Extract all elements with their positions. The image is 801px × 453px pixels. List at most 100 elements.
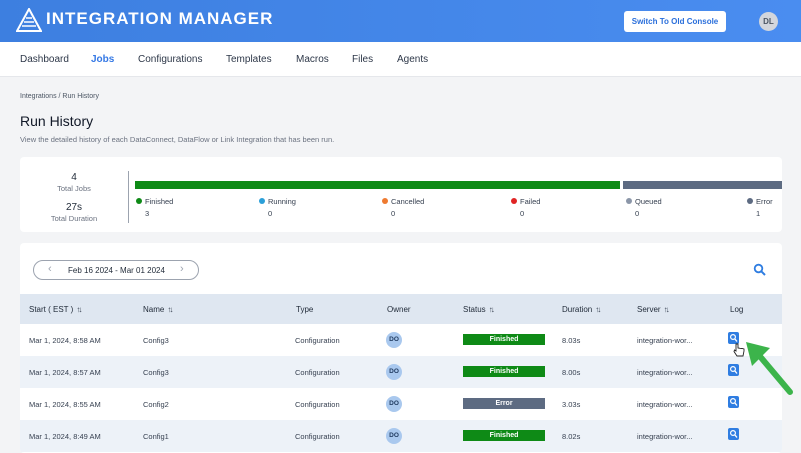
cell-duration: 8.03s [562, 336, 581, 345]
status-bar-finished[interactable] [135, 181, 620, 189]
legend-error: Error 1 [747, 197, 773, 218]
col-start[interactable]: Start ( EST ) ↑↓ [29, 305, 82, 314]
status-badge: Finished [463, 366, 545, 377]
legend-running: Running 0 [259, 197, 296, 218]
cell-type: Configuration [295, 368, 340, 377]
nav-files[interactable]: Files [352, 54, 373, 65]
view-log-button[interactable] [728, 428, 739, 440]
cell-server: integration-wor... [637, 336, 693, 345]
cell-name: Config1 [143, 432, 169, 441]
cell-duration: 3.03s [562, 400, 581, 409]
total-duration-value: 27s [65, 202, 83, 213]
table-row[interactable]: Mar 1, 2024, 8:49 AM Config1 Configurati… [20, 420, 782, 452]
cell-start: Mar 1, 2024, 8:57 AM [29, 368, 101, 377]
failed-count: 0 [520, 209, 525, 218]
search-icon[interactable] [753, 263, 767, 277]
cell-name: Config3 [143, 336, 169, 345]
cancelled-dot-icon [382, 198, 388, 204]
log-search-icon [729, 333, 738, 342]
breadcrumb[interactable]: Integrations / Run History [20, 93, 99, 100]
log-search-icon [729, 397, 738, 406]
col-name[interactable]: Name ↑↓ [143, 305, 173, 314]
owner-avatar[interactable]: DO [386, 332, 402, 348]
total-duration-label: Total Duration [50, 214, 98, 223]
status-badge: Finished [463, 430, 545, 441]
table-row[interactable]: Mar 1, 2024, 8:57 AM Config3 Configurati… [20, 356, 782, 388]
nav-agents[interactable]: Agents [397, 54, 428, 65]
table-row[interactable]: Mar 1, 2024, 8:55 AM Config2 Configurati… [20, 388, 782, 420]
cell-server: integration-wor... [637, 432, 693, 441]
date-range-picker[interactable]: ‹ Feb 16 2024 - Mar 01 2024 › [33, 260, 199, 280]
cell-name: Config2 [143, 400, 169, 409]
legend-finished: Finished 3 [136, 197, 173, 218]
cell-type: Configuration [295, 336, 340, 345]
cell-start: Mar 1, 2024, 8:49 AM [29, 432, 101, 441]
cell-type: Configuration [295, 432, 340, 441]
owner-avatar[interactable]: DO [386, 396, 402, 412]
queued-count: 0 [635, 209, 640, 218]
log-search-icon [729, 365, 738, 374]
sort-icon[interactable]: ↑↓ [167, 305, 173, 314]
run-history-panel: ‹ Feb 16 2024 - Mar 01 2024 › Start ( ES… [20, 243, 782, 453]
running-count: 0 [268, 209, 273, 218]
owner-avatar[interactable]: DO [386, 364, 402, 380]
cell-start: Mar 1, 2024, 8:58 AM [29, 336, 101, 345]
finished-dot-icon [136, 198, 142, 204]
running-dot-icon [259, 198, 265, 204]
sort-icon[interactable]: ↑↓ [76, 305, 82, 314]
total-jobs-value: 4 [71, 172, 77, 183]
cell-name: Config3 [143, 368, 169, 377]
finished-count: 3 [145, 209, 150, 218]
view-log-button[interactable] [728, 364, 739, 376]
top-bar: INTEGRATION MANAGER Switch To Old Consol… [0, 0, 801, 42]
error-dot-icon [747, 198, 753, 204]
sort-icon[interactable]: ↑↓ [595, 305, 601, 314]
cell-duration: 8.00s [562, 368, 581, 377]
sort-icon[interactable]: ↑↓ [489, 305, 495, 314]
nav-templates[interactable]: Templates [226, 54, 272, 65]
col-owner: Owner [387, 305, 411, 314]
col-server[interactable]: Server ↑↓ [637, 305, 670, 314]
col-log: Log [730, 305, 744, 314]
nav-configurations[interactable]: Configurations [138, 54, 202, 65]
cell-server: integration-wor... [637, 400, 693, 409]
cell-server: integration-wor... [637, 368, 693, 377]
switch-old-console-button[interactable]: Switch To Old Console [624, 11, 726, 32]
date-range-text[interactable]: Feb 16 2024 - Mar 01 2024 [68, 266, 165, 275]
queued-dot-icon [626, 198, 632, 204]
error-count: 1 [756, 209, 761, 218]
green-arrow-icon [746, 342, 793, 395]
page-subtitle: View the detailed history of each DataCo… [20, 135, 335, 144]
sort-icon[interactable]: ↑↓ [664, 305, 670, 314]
chevron-left-icon[interactable]: ‹ [48, 263, 52, 275]
table-row[interactable]: Mar 1, 2024, 8:58 AM Config3 Configurati… [20, 324, 782, 356]
status-bar-error[interactable] [623, 181, 782, 189]
view-log-button[interactable] [728, 396, 739, 408]
legend-queued: Queued 0 [626, 197, 662, 218]
app-brand[interactable]: INTEGRATION MANAGER [46, 9, 273, 29]
cell-type: Configuration [295, 400, 340, 409]
nav-macros[interactable]: Macros [296, 54, 329, 65]
app-logo-icon[interactable] [16, 8, 42, 32]
user-avatar[interactable]: DL [759, 12, 778, 31]
legend-cancelled: Cancelled 0 [382, 197, 424, 218]
summary-card: 4 Total Jobs 27s Total Duration Finished… [20, 157, 782, 232]
total-jobs-label: Total Jobs [57, 184, 91, 193]
col-type: Type [296, 305, 314, 314]
table-header: Start ( EST ) ↑↓ Name ↑↓ Type Owner Status… [20, 294, 782, 324]
nav-jobs[interactable]: Jobs [91, 54, 114, 65]
owner-avatar[interactable]: DO [386, 428, 402, 444]
cell-start: Mar 1, 2024, 8:55 AM [29, 400, 101, 409]
col-duration[interactable]: Duration ↑↓ [562, 305, 601, 314]
col-status[interactable]: Status ↑↓ [463, 305, 495, 314]
nav-dashboard[interactable]: Dashboard [20, 54, 69, 65]
cell-duration: 8.02s [562, 432, 581, 441]
chevron-right-icon[interactable]: › [180, 263, 184, 275]
status-badge: Finished [463, 334, 545, 345]
summary-divider [128, 171, 129, 223]
failed-dot-icon [511, 198, 517, 204]
page-title: Run History [20, 113, 94, 129]
legend-failed: Failed 0 [511, 197, 540, 218]
status-badge: Error [463, 398, 545, 409]
log-search-icon [729, 429, 738, 438]
